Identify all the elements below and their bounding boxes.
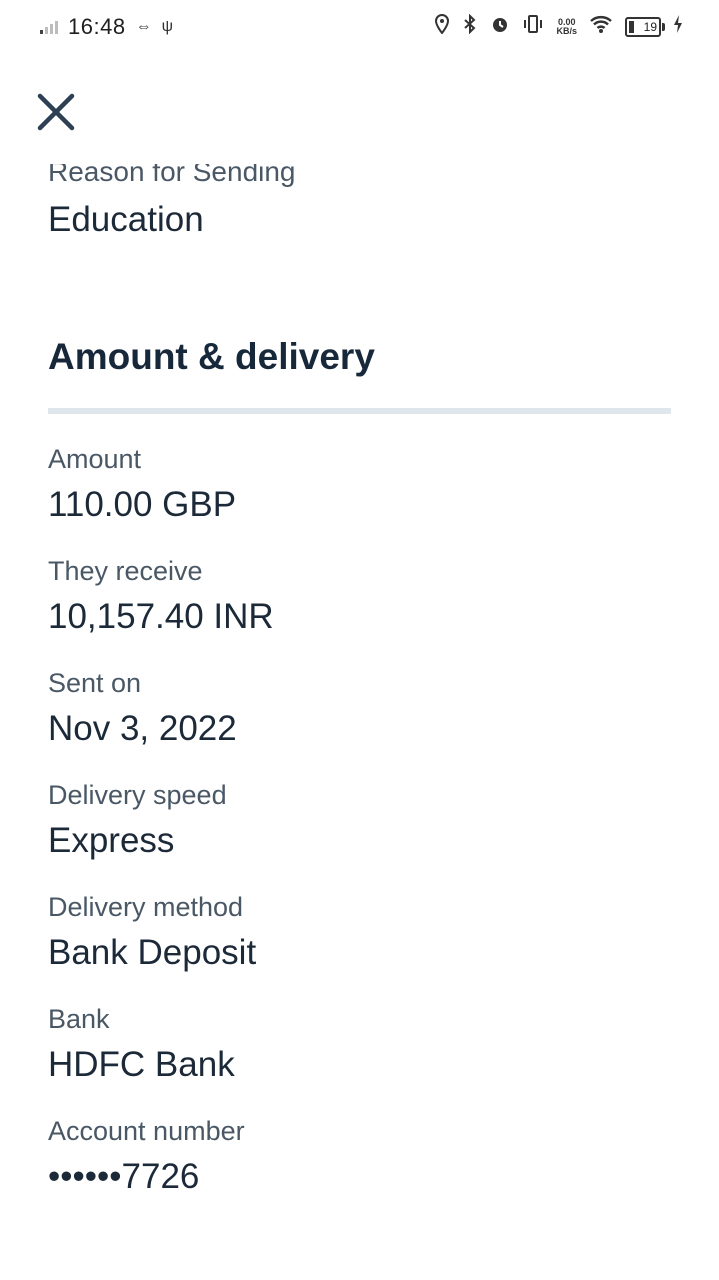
field-label: Delivery method bbox=[48, 892, 244, 922]
reason-label: Reason for Sending bbox=[48, 156, 296, 187]
field-value: 110.00 GBP bbox=[48, 485, 237, 524]
field-label: Sent on bbox=[48, 668, 142, 698]
status-right: 0.00 KB/s 19 bbox=[434, 13, 683, 39]
field-bank: Bank HDFC Bank bbox=[48, 1004, 235, 1085]
field-label: Delivery speed bbox=[48, 780, 227, 810]
field-amount: Amount 110.00 GBP bbox=[48, 444, 236, 525]
field-value: Express bbox=[48, 821, 175, 860]
signal-icon bbox=[40, 20, 58, 34]
field-label: They receive bbox=[48, 556, 203, 586]
charging-icon bbox=[673, 14, 683, 39]
section-divider bbox=[48, 408, 671, 414]
field-value: HDFC Bank bbox=[48, 1045, 235, 1084]
field-sent-on: Sent on Nov 3, 2022 bbox=[48, 668, 237, 749]
location-icon bbox=[434, 13, 450, 39]
field-label: Account number bbox=[48, 1116, 245, 1146]
field-label: Bank bbox=[48, 1004, 110, 1034]
field-value: Bank Deposit bbox=[48, 933, 257, 972]
close-button[interactable] bbox=[36, 92, 76, 132]
field-label: Amount bbox=[48, 444, 142, 474]
field-value: Nov 3, 2022 bbox=[48, 709, 237, 748]
status-left: 16:48 ⇔ ψ bbox=[40, 14, 173, 40]
close-icon bbox=[37, 93, 75, 131]
field-they-receive: They receive 10,157.40 INR bbox=[48, 556, 274, 637]
field-value: 10,157.40 INR bbox=[48, 597, 274, 636]
reason-value: Education bbox=[48, 200, 204, 239]
net-speed-unit: KB/s bbox=[556, 25, 577, 36]
data-transfer-icon: ⇔ bbox=[135, 18, 152, 35]
section-title: Amount & delivery bbox=[48, 336, 375, 377]
field-delivery-method: Delivery method Bank Deposit bbox=[48, 892, 256, 973]
vibrate-icon bbox=[522, 14, 544, 39]
field-value: ••••••7726 bbox=[48, 1157, 200, 1196]
status-time: 16:48 bbox=[68, 14, 126, 39]
net-speed: 0.00 KB/s bbox=[556, 17, 577, 36]
wifi-icon bbox=[589, 14, 613, 39]
field-delivery-speed: Delivery speed Express bbox=[48, 780, 227, 861]
alarm-icon bbox=[490, 14, 510, 39]
usb-icon: ψ bbox=[161, 18, 173, 35]
battery-indicator: 19 bbox=[625, 16, 665, 37]
bluetooth-icon bbox=[462, 13, 478, 39]
field-account-number: Account number ••••••7726 bbox=[48, 1116, 245, 1197]
status-bar: 16:48 ⇔ ψ 0.00 KB/s 19 bbox=[0, 0, 719, 58]
